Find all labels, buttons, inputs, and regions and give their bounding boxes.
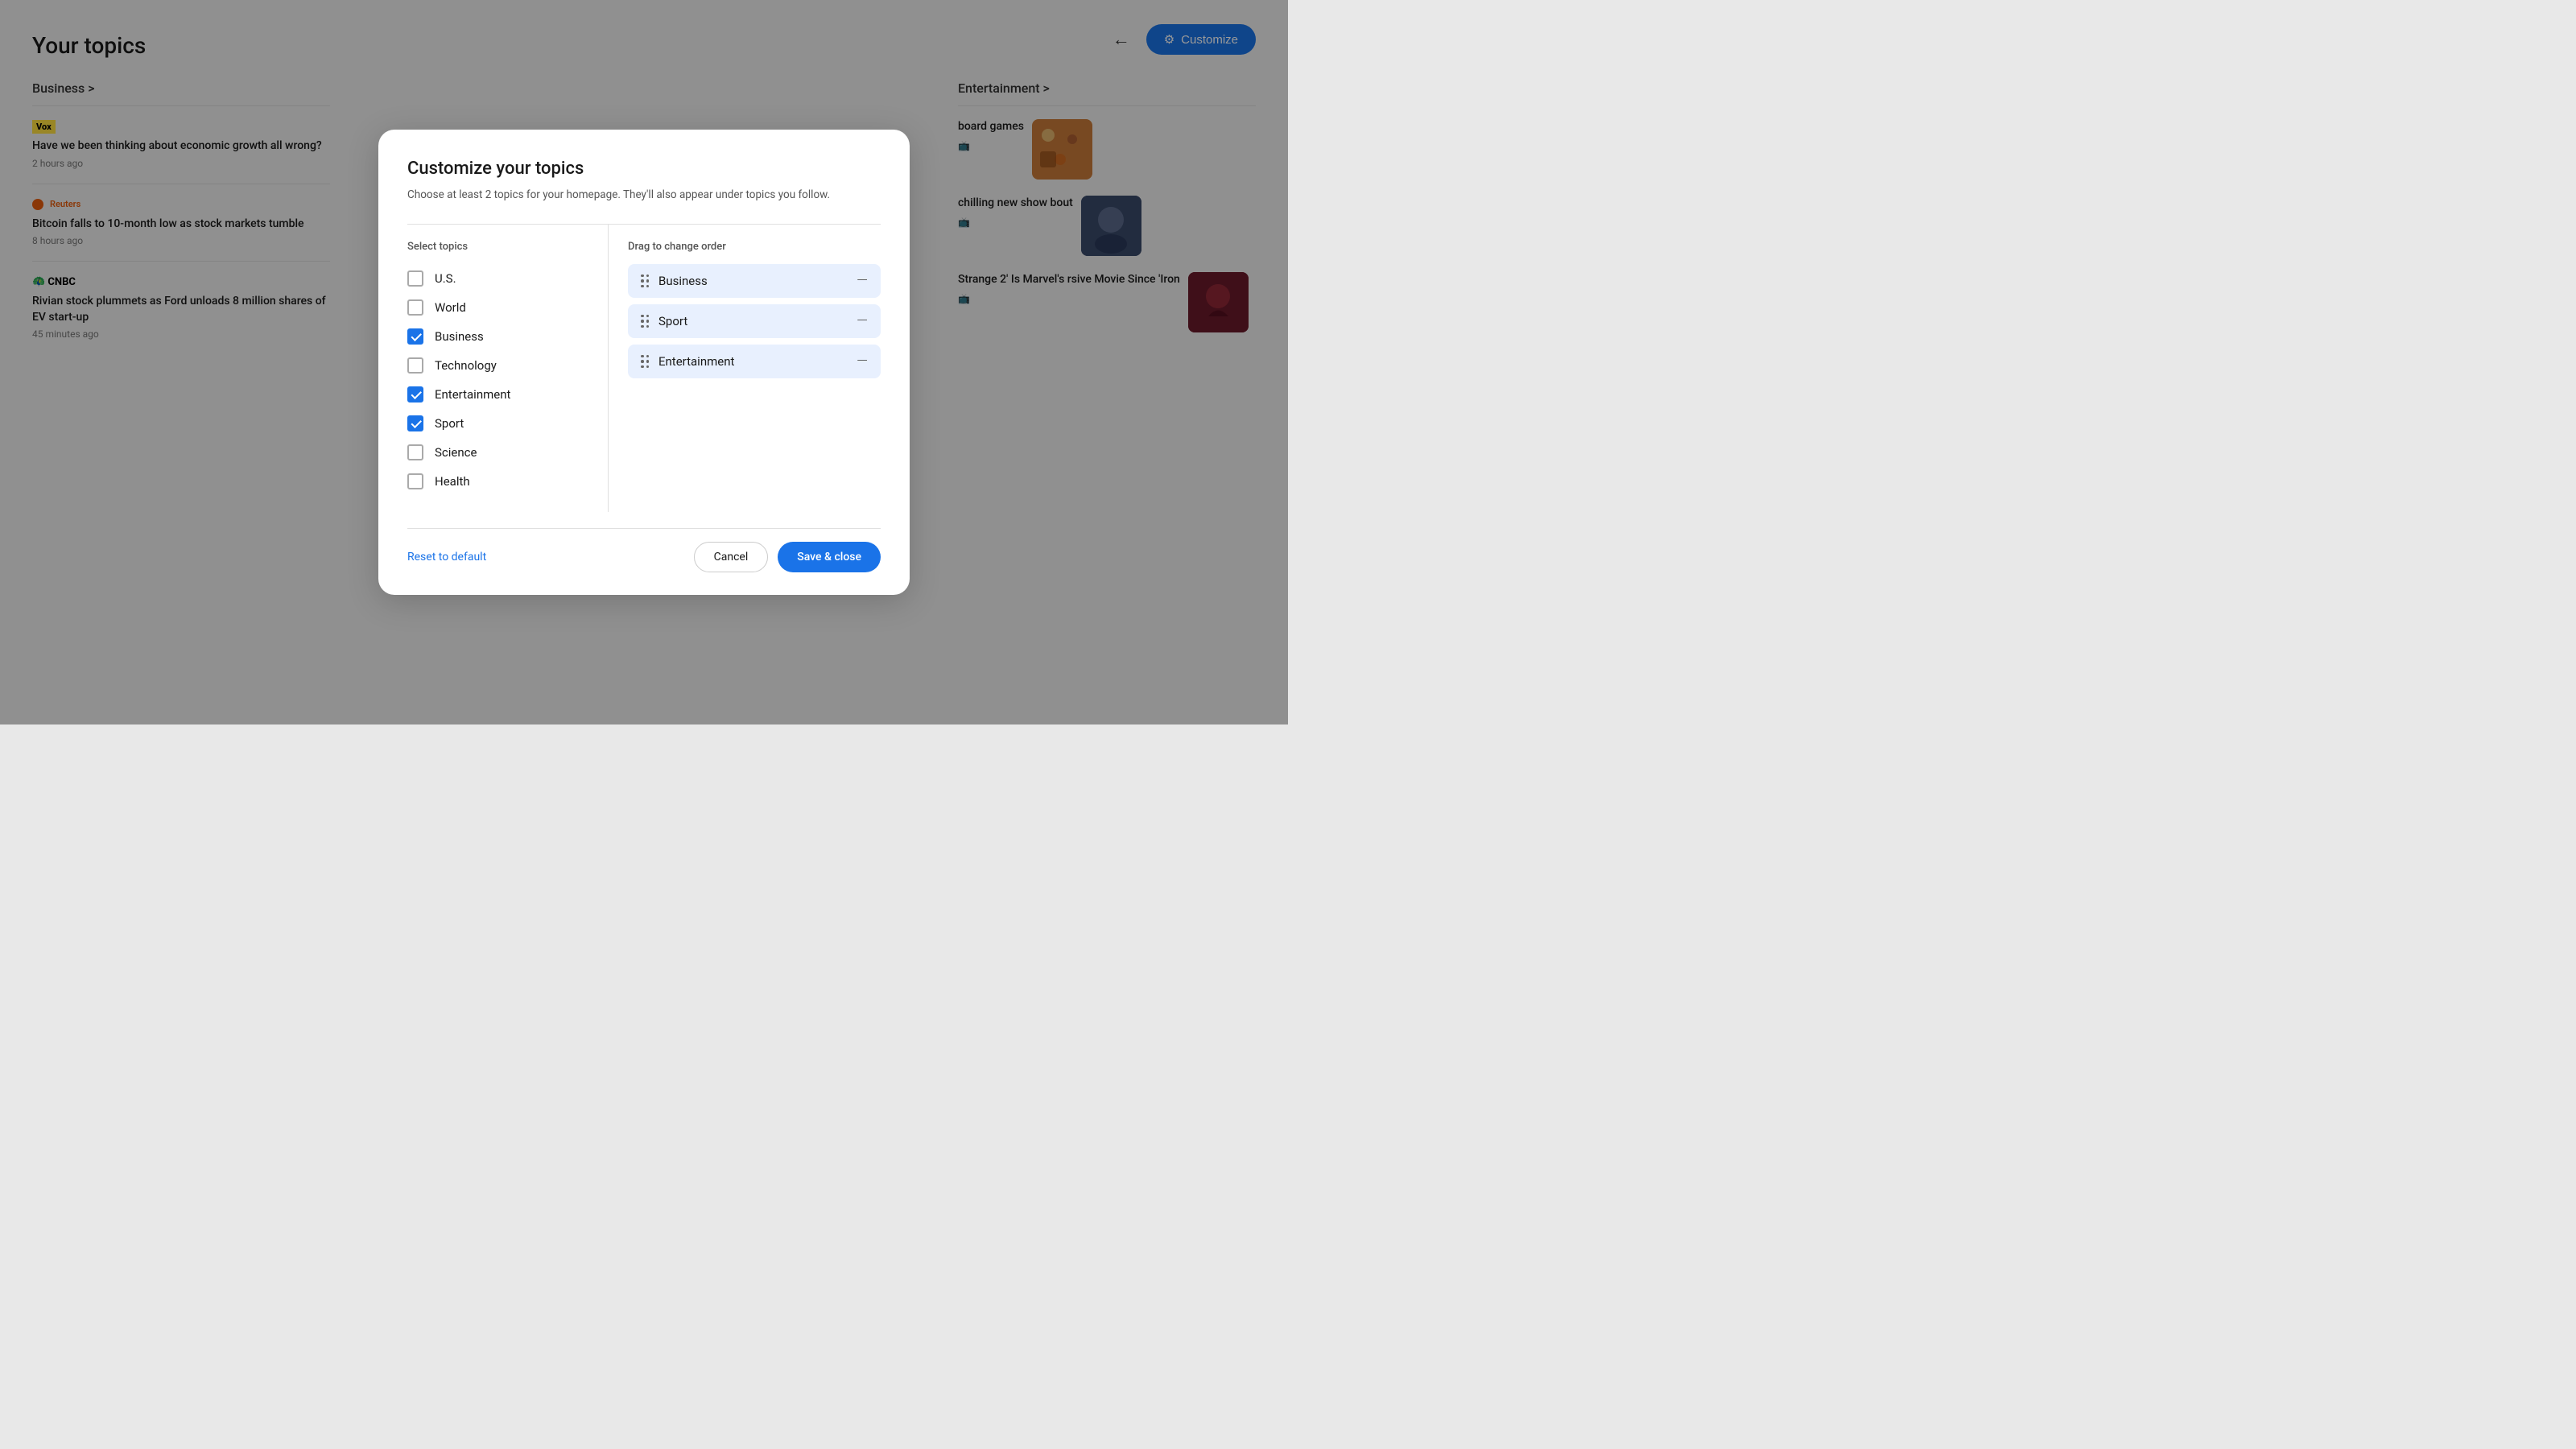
select-topics-header: Select topics	[407, 241, 592, 253]
drag-handle-entertainment[interactable]	[641, 355, 649, 369]
order-item-entertainment[interactable]: Entertainment —	[628, 345, 881, 378]
modal-body: Select topics U.S. World Business	[407, 224, 881, 512]
topic-health-label: Health	[435, 474, 470, 489]
topic-science-label: Science	[435, 445, 477, 460]
topic-business[interactable]: Business	[407, 322, 592, 351]
topic-sport[interactable]: Sport	[407, 409, 592, 438]
topic-science[interactable]: Science	[407, 438, 592, 467]
topic-us[interactable]: U.S.	[407, 264, 592, 293]
topic-world-label: World	[435, 300, 466, 315]
topic-sport-label: Sport	[435, 416, 464, 431]
order-label-sport: Sport	[658, 314, 687, 328]
topic-technology[interactable]: Technology	[407, 351, 592, 380]
remove-business-button[interactable]: —	[857, 274, 868, 288]
order-label-business: Business	[658, 274, 708, 288]
topic-health[interactable]: Health	[407, 467, 592, 496]
topic-entertainment-label: Entertainment	[435, 387, 510, 402]
topic-us-label: U.S.	[435, 271, 456, 286]
footer-buttons: Cancel Save & close	[694, 542, 881, 572]
modal-title: Customize your topics	[407, 159, 881, 179]
checkbox-business[interactable]	[407, 328, 423, 345]
topic-technology-label: Technology	[435, 358, 497, 373]
checkbox-sport[interactable]	[407, 415, 423, 431]
order-item-sport[interactable]: Sport —	[628, 304, 881, 338]
order-item-business[interactable]: Business —	[628, 264, 881, 298]
modal-subtitle: Choose at least 2 topics for your homepa…	[407, 187, 881, 203]
order-label-entertainment: Entertainment	[658, 354, 734, 369]
drag-order-header: Drag to change order	[628, 241, 881, 253]
cancel-button[interactable]: Cancel	[694, 542, 769, 572]
checkbox-technology[interactable]	[407, 357, 423, 374]
checkbox-health[interactable]	[407, 473, 423, 489]
topic-world[interactable]: World	[407, 293, 592, 322]
save-close-button[interactable]: Save & close	[778, 542, 881, 572]
drag-order-panel: Drag to change order Business —	[609, 225, 881, 512]
topic-business-label: Business	[435, 329, 484, 344]
select-topics-panel: Select topics U.S. World Business	[407, 225, 609, 512]
remove-entertainment-button[interactable]: —	[857, 354, 868, 369]
reset-to-default-button[interactable]: Reset to default	[407, 551, 486, 564]
checkbox-science[interactable]	[407, 444, 423, 460]
modal-footer: Reset to default Cancel Save & close	[407, 528, 881, 572]
checkbox-entertainment[interactable]	[407, 386, 423, 402]
drag-handle-business[interactable]	[641, 275, 649, 288]
topic-entertainment[interactable]: Entertainment	[407, 380, 592, 409]
checkbox-world[interactable]	[407, 299, 423, 316]
drag-handle-sport[interactable]	[641, 315, 649, 328]
remove-sport-button[interactable]: —	[857, 314, 868, 328]
modal-overlay: Customize your topics Choose at least 2 …	[0, 0, 1288, 724]
checkbox-us[interactable]	[407, 270, 423, 287]
customize-topics-modal: Customize your topics Choose at least 2 …	[378, 130, 910, 595]
